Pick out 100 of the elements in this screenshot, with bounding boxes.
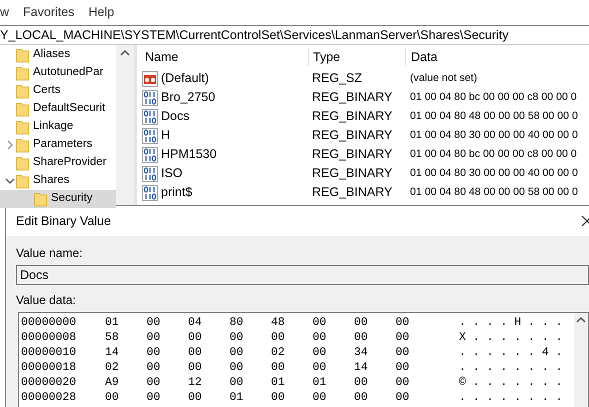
folder-icon (16, 47, 30, 63)
tree-item[interactable]: Parameters (0, 136, 116, 154)
hex-byte: 00 (354, 390, 369, 406)
value-type: REG_BINARY (311, 165, 394, 182)
hex-byte: 48 (271, 314, 286, 331)
scrollbar[interactable] (116, 45, 134, 205)
column-header[interactable]: Type (308, 48, 405, 66)
hex-byte: 00 (396, 344, 410, 361)
folder-icon (34, 191, 48, 207)
hex-ascii: . . . . . . 4 . (459, 344, 563, 361)
tree-item[interactable]: Linkage (0, 118, 116, 136)
hex-ascii: . . . . H . . . (459, 314, 563, 331)
value-name[interactable]: Docs (161, 107, 190, 126)
folder-icon (16, 155, 30, 171)
hex-byte: 00 (188, 330, 203, 346)
folder-icon (16, 101, 30, 117)
column-header[interactable]: Name (142, 48, 308, 66)
scroll-up-icon (576, 316, 586, 324)
hex-byte: 00 (188, 390, 203, 406)
hex-byte: 00 (230, 330, 244, 346)
value-name[interactable]: Bro_2750 (161, 88, 216, 107)
hex-byte: 00 (271, 390, 286, 406)
hex-byte: 02 (105, 360, 120, 376)
folder-icon (16, 83, 30, 99)
menu-item[interactable]: w (0, 3, 10, 22)
hex-byte: 00 (312, 360, 328, 376)
hex-byte: 14 (105, 344, 120, 361)
tree-item[interactable]: Certs (0, 82, 116, 100)
hex-byte: 00 (188, 360, 203, 376)
tree-item[interactable]: Shares (0, 172, 116, 190)
hex-byte: 00 (146, 390, 162, 406)
hex-offset: 00000008 (21, 330, 78, 346)
close-icon (581, 215, 589, 227)
tree-item[interactable]: Aliases (0, 46, 116, 64)
hex-offset: 00000028 (21, 390, 78, 406)
address-path[interactable]: Y_LOCAL_MACHINE\SYSTEM\CurrentControlSet\Services\LanmanServer\Shares\Security (0, 26, 509, 44)
binary-value-icon (142, 184, 158, 200)
value-data: 01 00 04 80 48 00 00 00 58 00 00 0 (409, 108, 579, 124)
tree-item[interactable]: AutotunedPar (0, 64, 116, 82)
hex-byte: 00 (146, 374, 162, 391)
value-data: 01 00 04 80 48 00 00 00 58 00 00 0 (409, 184, 579, 200)
menu-item[interactable]: Favorites (23, 3, 74, 22)
folder-icon (16, 119, 30, 135)
value-name[interactable]: ISO (161, 164, 183, 183)
folder-icon (16, 173, 30, 189)
hex-byte: 00 (271, 360, 286, 376)
hex-byte: 00 (312, 330, 328, 346)
value-name[interactable]: HPM1530 (161, 145, 217, 164)
menu-item[interactable]: Help (88, 3, 114, 22)
scroll-up-icon (120, 49, 130, 57)
hex-byte: 12 (188, 374, 203, 391)
value-type: REG_SZ (311, 70, 364, 88)
value-name[interactable]: (Default) (161, 69, 209, 88)
hex-byte: 00 (146, 330, 162, 346)
hex-byte: 00 (354, 314, 369, 331)
hex-byte: 00 (396, 330, 410, 346)
hex-offset: 00000010 (21, 344, 78, 361)
hex-byte: 14 (354, 360, 369, 376)
value-type: REG_BINARY (311, 89, 394, 106)
tree-item[interactable]: Security (0, 190, 116, 208)
tree-item[interactable]: DefaultSecurit (0, 100, 116, 118)
value-name-field[interactable]: Docs (16, 265, 589, 285)
hex-byte: 00 (146, 360, 162, 376)
hex-byte: 58 (105, 330, 120, 346)
hex-offset: 00000020 (21, 374, 78, 391)
hex-byte: 01 (312, 374, 328, 391)
folder-icon (16, 65, 30, 81)
hex-byte: 02 (271, 344, 286, 361)
dialog-title: Edit Binary Value (16, 212, 111, 230)
hex-byte: 00 (146, 314, 162, 331)
value-name[interactable]: H (161, 126, 170, 145)
binary-value-icon (142, 108, 158, 124)
value-name[interactable]: print$ (161, 183, 192, 202)
hex-ascii: . . . . . . . . (459, 360, 563, 376)
string-value-icon (142, 70, 158, 86)
hex-byte: 00 (396, 360, 410, 376)
hex-byte: 34 (354, 344, 369, 361)
tree-item[interactable]: ShareProvider (0, 154, 116, 172)
binary-value-icon (142, 128, 158, 144)
hex-byte: 00 (105, 390, 120, 406)
hex-byte: 01 (230, 390, 244, 406)
hex-byte: 00 (354, 374, 369, 391)
hex-byte: 00 (271, 330, 286, 346)
column-header[interactable]: Data (405, 48, 589, 66)
binary-value-icon (142, 90, 158, 106)
hex-byte: 00 (312, 314, 328, 331)
hex-byte: 00 (312, 390, 328, 406)
value-data: (value not set) (409, 70, 478, 86)
hex-byte: 00 (230, 374, 244, 391)
binary-value-icon (142, 146, 158, 162)
hex-ascii: . . . . . . . . (459, 390, 563, 406)
value-data: 01 00 04 80 30 00 00 00 40 00 00 0 (409, 166, 579, 181)
hex-byte: 00 (354, 330, 369, 346)
hex-byte: 00 (312, 344, 328, 361)
hex-byte: 80 (230, 314, 244, 331)
hex-byte: 04 (188, 314, 203, 331)
hex-byte: 00 (396, 314, 410, 331)
hex-editor[interactable] (18, 312, 589, 407)
hex-offset: 00000000 (21, 314, 78, 331)
value-type: REG_BINARY (311, 184, 394, 202)
